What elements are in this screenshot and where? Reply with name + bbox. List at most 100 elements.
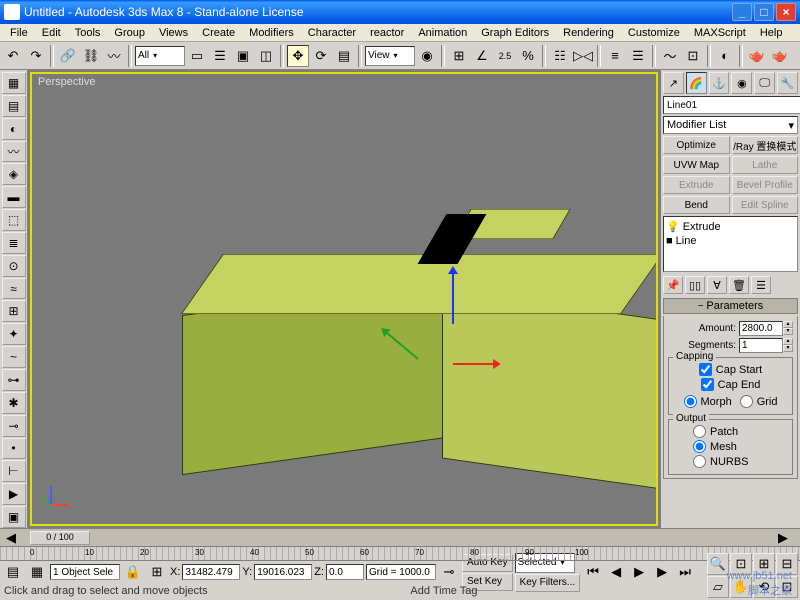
named-selection-button[interactable]: ☷ xyxy=(549,45,571,67)
select-by-name-button[interactable]: ☰ xyxy=(209,45,231,67)
time-slider[interactable]: 0 / 100 xyxy=(30,531,90,545)
pin-stack-button[interactable]: 📌 xyxy=(663,276,683,294)
perspective-viewport[interactable]: Perspective xyxy=(30,72,658,526)
optimize-button[interactable]: Optimize xyxy=(663,136,730,154)
modify-tab[interactable]: 🌈 xyxy=(686,72,707,94)
menu-edit[interactable]: Edit xyxy=(36,26,67,40)
minimize-button[interactable]: _ xyxy=(732,3,752,21)
cap-start-checkbox[interactable] xyxy=(699,363,712,376)
reactor-wind-icon[interactable]: ≈ xyxy=(2,278,26,300)
y-field[interactable] xyxy=(254,564,312,580)
angle-snap-button[interactable]: ∠ xyxy=(471,45,493,67)
configure-sets-button[interactable]: ☰ xyxy=(751,276,771,294)
reactor-fracture-icon[interactable]: ✦ xyxy=(2,323,26,345)
redo-button[interactable]: ↷ xyxy=(25,45,47,67)
edit-spline-button[interactable]: Edit Spline xyxy=(732,196,799,214)
reactor-toycar-icon[interactable]: ⊞ xyxy=(2,300,26,322)
close-button[interactable]: × xyxy=(776,3,796,21)
morph-radio[interactable] xyxy=(684,395,697,408)
menu-maxscript[interactable]: MAXScript xyxy=(688,26,752,40)
curve-editor-button[interactable]: 〜 xyxy=(659,45,681,67)
align-button[interactable]: ≡ xyxy=(604,45,626,67)
reactor-ragdoll-icon[interactable]: ✱ xyxy=(2,392,26,414)
menu-reactor[interactable]: reactor xyxy=(364,26,410,40)
link-button[interactable]: 🔗 xyxy=(57,45,79,67)
reactor-plane-icon[interactable]: ▬ xyxy=(2,186,26,208)
grid-radio[interactable] xyxy=(740,395,753,408)
material-editor-button[interactable]: ◐ xyxy=(714,45,736,67)
menu-graph-editors[interactable]: Graph Editors xyxy=(475,26,555,40)
x-field[interactable] xyxy=(182,564,240,580)
mirror-button[interactable]: ▷◁ xyxy=(572,45,594,67)
reactor-rope-icon[interactable]: 〰 xyxy=(2,141,26,163)
render-scene-button[interactable]: 🫖 xyxy=(746,45,768,67)
modifier-stack[interactable]: 💡Extrude ■Line xyxy=(663,216,798,272)
make-unique-button[interactable]: ∀ xyxy=(707,276,727,294)
reactor-cloth-icon[interactable]: ▤ xyxy=(2,95,26,117)
segments-down-button[interactable]: ▾ xyxy=(783,345,793,352)
window-crossing-button[interactable]: ◫ xyxy=(255,45,277,67)
object-name-field[interactable] xyxy=(663,96,800,114)
lock-selection-button[interactable]: 🔒 xyxy=(122,561,144,583)
prev-frame-button[interactable]: ◀ xyxy=(605,561,627,583)
time-ruler[interactable]: 0102030405060708090100 xyxy=(0,547,800,561)
stack-expand-icon[interactable]: ■ xyxy=(666,235,673,247)
segments-field[interactable] xyxy=(739,338,783,353)
menu-rendering[interactable]: Rendering xyxy=(557,26,620,40)
bevel-profile-button[interactable]: Bevel Profile xyxy=(732,176,799,194)
next-frame-button[interactable]: ▶ xyxy=(651,561,673,583)
parameters-rollout-header[interactable]: − Parameters xyxy=(663,298,798,314)
script-listener-button[interactable]: ▤ xyxy=(2,561,24,583)
reactor-rigidbody-icon[interactable]: ▦ xyxy=(2,72,26,94)
reactor-prismatic-icon[interactable]: ⊢ xyxy=(2,460,26,482)
amount-down-button[interactable]: ▾ xyxy=(783,328,793,335)
play-button[interactable]: ▶ xyxy=(628,561,650,583)
menu-tools[interactable]: Tools xyxy=(69,26,107,40)
menu-group[interactable]: Group xyxy=(108,26,151,40)
menu-create[interactable]: Create xyxy=(196,26,241,40)
reactor-point-icon[interactable]: • xyxy=(2,438,26,460)
motion-tab[interactable]: ◉ xyxy=(731,72,752,94)
utilities-tab[interactable]: 🔧 xyxy=(777,72,798,94)
snap-toggle-button[interactable]: ⊞ xyxy=(448,45,470,67)
menu-animation[interactable]: Animation xyxy=(412,26,473,40)
show-end-result-button[interactable]: ▯▯ xyxy=(685,276,705,294)
select-object-button[interactable]: ▭ xyxy=(186,45,208,67)
selection-filter-combo[interactable]: All xyxy=(135,46,185,66)
reactor-motor-icon[interactable]: ⊙ xyxy=(2,255,26,277)
cap-end-checkbox[interactable] xyxy=(701,378,714,391)
bind-spacewarp-button[interactable]: 〰 xyxy=(103,45,125,67)
modifier-list-combo[interactable]: Modifier List▾ xyxy=(663,116,798,134)
nurbs-radio[interactable] xyxy=(693,455,706,468)
display-tab[interactable]: 🖵 xyxy=(754,72,775,94)
hierarchy-tab[interactable]: ⚓ xyxy=(709,72,730,94)
remove-modifier-button[interactable]: 🗑 xyxy=(729,276,749,294)
menu-modifiers[interactable]: Modifiers xyxy=(243,26,300,40)
reactor-mesh-icon[interactable]: ◈ xyxy=(2,163,26,185)
mesh-radio[interactable] xyxy=(693,440,706,453)
menu-customize[interactable]: Customize xyxy=(622,26,686,40)
spinner-snap-button[interactable]: % xyxy=(517,45,539,67)
time-prev-button[interactable]: ◀ xyxy=(0,527,22,549)
uvw-map-button[interactable]: UVW Map xyxy=(663,156,730,174)
unlink-button[interactable]: ⛓ xyxy=(80,45,102,67)
create-tab[interactable]: ↗ xyxy=(663,72,684,94)
percent-snap-button[interactable]: 2.5 xyxy=(494,45,516,67)
amount-up-button[interactable]: ▴ xyxy=(783,321,793,328)
menu-character[interactable]: Character xyxy=(302,26,362,40)
key-filters-button[interactable]: Key Filters... xyxy=(515,574,581,592)
reactor-hinge-icon[interactable]: ⊸ xyxy=(2,415,26,437)
reference-coord-combo[interactable]: View xyxy=(365,46,415,66)
select-and-scale-button[interactable]: ▤ xyxy=(333,45,355,67)
maximize-button[interactable]: □ xyxy=(754,3,774,21)
menu-help[interactable]: Help xyxy=(754,26,789,40)
menu-file[interactable]: File xyxy=(4,26,34,40)
select-and-rotate-button[interactable]: ⟳ xyxy=(310,45,332,67)
segments-up-button[interactable]: ▴ xyxy=(783,338,793,345)
patch-radio[interactable] xyxy=(693,425,706,438)
amount-field[interactable] xyxy=(739,321,783,336)
layers-button[interactable]: ☰ xyxy=(627,45,649,67)
select-region-button[interactable]: ▣ xyxy=(232,45,254,67)
abs-rel-button[interactable]: ⊞ xyxy=(146,561,168,583)
select-and-move-button[interactable]: ✥ xyxy=(287,45,309,67)
